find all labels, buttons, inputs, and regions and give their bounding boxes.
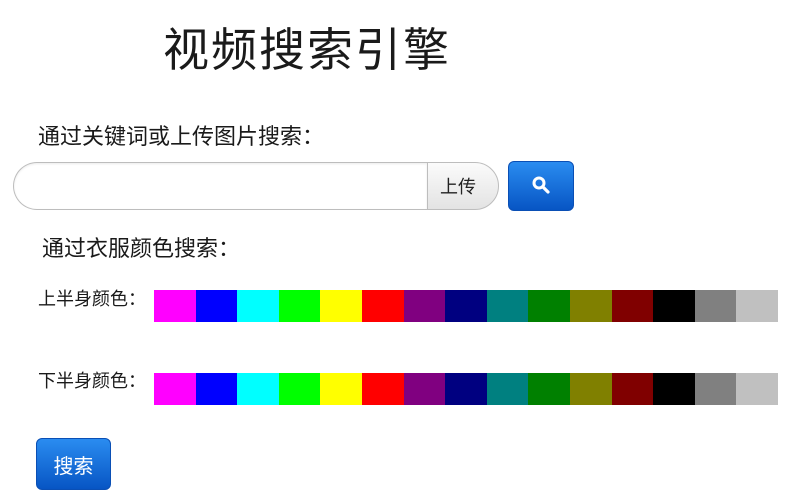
lower-color-swatch[interactable]	[653, 373, 695, 405]
lower-color-swatch[interactable]	[569, 373, 612, 405]
lower-color-swatch[interactable]	[195, 373, 238, 405]
lower-color-swatch[interactable]	[611, 373, 654, 405]
lower-color-swatch[interactable]	[278, 373, 321, 405]
upper-color-swatch[interactable]	[403, 290, 446, 322]
lower-color-swatch[interactable]	[486, 373, 529, 405]
keyword-search-label: 通过关键词或上传图片搜索：	[38, 125, 325, 150]
search-button[interactable]	[508, 161, 574, 211]
upper-color-swatch[interactable]	[361, 290, 404, 322]
upper-color-swatch[interactable]	[154, 290, 196, 322]
upper-color-label: 上半身颜色：	[38, 289, 146, 310]
upper-color-swatch[interactable]	[445, 290, 487, 322]
search-icon	[531, 175, 551, 198]
lower-color-swatch[interactable]	[736, 373, 778, 405]
upper-color-palette	[154, 290, 778, 322]
upper-color-swatch[interactable]	[195, 290, 238, 322]
upper-color-swatch[interactable]	[569, 290, 612, 322]
upper-color-swatch[interactable]	[694, 290, 737, 322]
color-search-label: 通过衣服颜色搜索：	[42, 237, 241, 262]
upper-color-swatch[interactable]	[237, 290, 279, 322]
upper-color-swatch[interactable]	[486, 290, 529, 322]
upper-color-swatch[interactable]	[528, 290, 570, 322]
upper-color-swatch[interactable]	[653, 290, 695, 322]
lower-color-swatch[interactable]	[528, 373, 570, 405]
lower-color-swatch[interactable]	[694, 373, 737, 405]
lower-color-swatch[interactable]	[320, 373, 362, 405]
lower-color-swatch[interactable]	[403, 373, 446, 405]
lower-color-swatch[interactable]	[361, 373, 404, 405]
search-group: 上传	[13, 162, 499, 210]
lower-color-swatch[interactable]	[445, 373, 487, 405]
upper-color-swatch[interactable]	[320, 290, 362, 322]
lower-color-palette	[154, 373, 778, 405]
upper-color-swatch[interactable]	[278, 290, 321, 322]
lower-color-label: 下半身颜色：	[38, 371, 146, 392]
upper-color-swatch[interactable]	[736, 290, 778, 322]
search-input[interactable]	[13, 162, 427, 210]
lower-color-swatch[interactable]	[237, 373, 279, 405]
upper-color-swatch[interactable]	[611, 290, 654, 322]
upload-button[interactable]: 上传	[427, 162, 499, 210]
submit-search-button[interactable]: 搜索	[36, 438, 111, 490]
lower-color-swatch[interactable]	[154, 373, 196, 405]
page-title: 视频搜索引擎	[163, 23, 451, 77]
